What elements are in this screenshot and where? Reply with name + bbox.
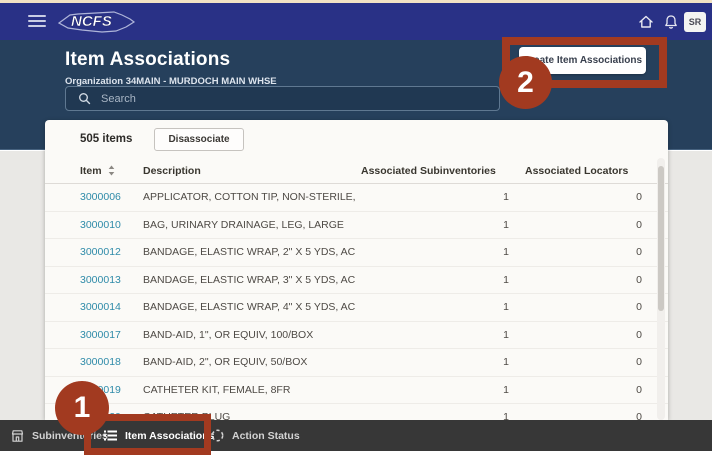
bottom-tab-bar: Subinventories Item Associations Action …: [0, 420, 712, 451]
row-locators: 0: [509, 356, 642, 368]
row-subinventories: 1: [355, 384, 509, 396]
user-avatar[interactable]: SR: [684, 12, 706, 32]
table-row: 3000020 CATHETER PLUG 1 0: [45, 404, 668, 420]
row-subinventories: 1: [355, 246, 509, 258]
row-description: BAND-AID, 2", OR EQUIV, 50/BOX: [143, 356, 355, 368]
sort-icon[interactable]: [108, 165, 115, 176]
tab-label: Action Status: [232, 430, 300, 442]
row-locators: 0: [509, 384, 642, 396]
item-link[interactable]: 3000006: [80, 191, 121, 203]
table-row: 3000006 APPLICATOR, COTTON TIP, NON-STER…: [45, 184, 668, 212]
search-icon: [78, 92, 91, 105]
row-locators: 0: [509, 301, 642, 313]
row-locators: 0: [509, 246, 642, 258]
scrollbar-thumb[interactable]: [658, 166, 664, 311]
top-navigation-bar: NCFS SR: [0, 3, 712, 40]
row-subinventories: 1: [355, 219, 509, 231]
column-header-associated-locators: Associated Locators: [509, 165, 642, 177]
disassociate-button[interactable]: Disassociate: [154, 128, 243, 151]
search-box: [65, 86, 500, 111]
table-row: 3000019 CATHETER KIT, FEMALE, 8FR 1 0: [45, 377, 668, 405]
tab-item-associations[interactable]: Item Associations: [103, 420, 214, 451]
item-link[interactable]: 3000017: [80, 329, 121, 341]
item-link[interactable]: 3000020: [80, 411, 121, 420]
create-item-associations-button[interactable]: Create Item Associations: [519, 47, 646, 74]
table-row: 3000010 BAG, URINARY DRAINAGE, LEG, LARG…: [45, 212, 668, 240]
row-description: CATHETER PLUG: [143, 411, 355, 420]
page-title: Item Associations: [65, 49, 230, 71]
item-link[interactable]: 3000018: [80, 356, 121, 368]
tab-action-status[interactable]: Action Status: [210, 420, 300, 451]
column-header-associated-subinventories: Associated Subinventories: [355, 165, 509, 177]
hamburger-menu-icon[interactable]: [28, 15, 46, 28]
items-count: 505 items: [80, 133, 132, 145]
row-subinventories: 1: [355, 356, 509, 368]
row-locators: 0: [509, 274, 642, 286]
home-icon[interactable]: [637, 13, 655, 31]
row-description: BANDAGE, ELASTIC WRAP, 4" X 5 YDS, ACE O…: [143, 301, 355, 313]
table-row: 3000014 BANDAGE, ELASTIC WRAP, 4" X 5 YD…: [45, 294, 668, 322]
row-locators: 0: [509, 329, 642, 341]
row-subinventories: 1: [355, 191, 509, 203]
row-locators: 0: [509, 219, 642, 231]
item-link[interactable]: 3000013: [80, 274, 121, 286]
item-link[interactable]: 3000019: [80, 384, 121, 396]
tab-subinventories[interactable]: Subinventories: [10, 420, 108, 451]
table-row: 3000012 BANDAGE, ELASTIC WRAP, 2" X 5 YD…: [45, 239, 668, 267]
row-locators: 0: [509, 411, 642, 420]
item-link[interactable]: 3000010: [80, 219, 121, 231]
store-icon: [10, 429, 25, 443]
tab-label: Subinventories: [32, 430, 108, 442]
tab-label: Item Associations: [125, 430, 214, 442]
row-subinventories: 1: [355, 301, 509, 313]
table-scrollbar[interactable]: [657, 158, 665, 420]
table-header-row: Item Description Associated Subinventori…: [45, 158, 668, 184]
row-description: APPLICATOR, COTTON TIP, NON-STERILE, 6",…: [143, 191, 355, 203]
table-row: 3000017 BAND-AID, 1", OR EQUIV, 100/BOX …: [45, 322, 668, 350]
row-description: BANDAGE, ELASTIC WRAP, 3" X 5 YDS, ACE O…: [143, 274, 355, 286]
row-locators: 0: [509, 191, 642, 203]
row-description: BAG, URINARY DRAINAGE, LEG, LARGE: [143, 219, 355, 231]
results-card: 505 items Disassociate Item Description …: [45, 120, 668, 420]
item-link[interactable]: 3000014: [80, 301, 121, 313]
row-subinventories: 1: [355, 329, 509, 341]
table-row: 3000018 BAND-AID, 2", OR EQUIV, 50/BOX 1…: [45, 349, 668, 377]
row-subinventories: 1: [355, 411, 509, 420]
search-input[interactable]: [91, 93, 499, 105]
ncfs-logo-text: NCFS: [71, 13, 112, 30]
table-toolbar: 505 items Disassociate: [45, 120, 668, 158]
list-icon: [103, 429, 118, 442]
table-row: 3000013 BANDAGE, ELASTIC WRAP, 3" X 5 YD…: [45, 267, 668, 295]
sync-icon: [210, 428, 225, 443]
ncfs-logo: NCFS: [56, 7, 140, 42]
bell-icon[interactable]: [662, 13, 680, 31]
row-subinventories: 1: [355, 274, 509, 286]
column-header-item[interactable]: Item: [80, 165, 102, 177]
column-header-description: Description: [143, 165, 355, 177]
table-body: 3000006 APPLICATOR, COTTON TIP, NON-STER…: [45, 184, 668, 420]
row-description: CATHETER KIT, FEMALE, 8FR: [143, 384, 355, 396]
row-description: BAND-AID, 1", OR EQUIV, 100/BOX: [143, 329, 355, 341]
row-description: BANDAGE, ELASTIC WRAP, 2" X 5 YDS, ACE O…: [143, 246, 355, 258]
item-link[interactable]: 3000012: [80, 246, 121, 258]
